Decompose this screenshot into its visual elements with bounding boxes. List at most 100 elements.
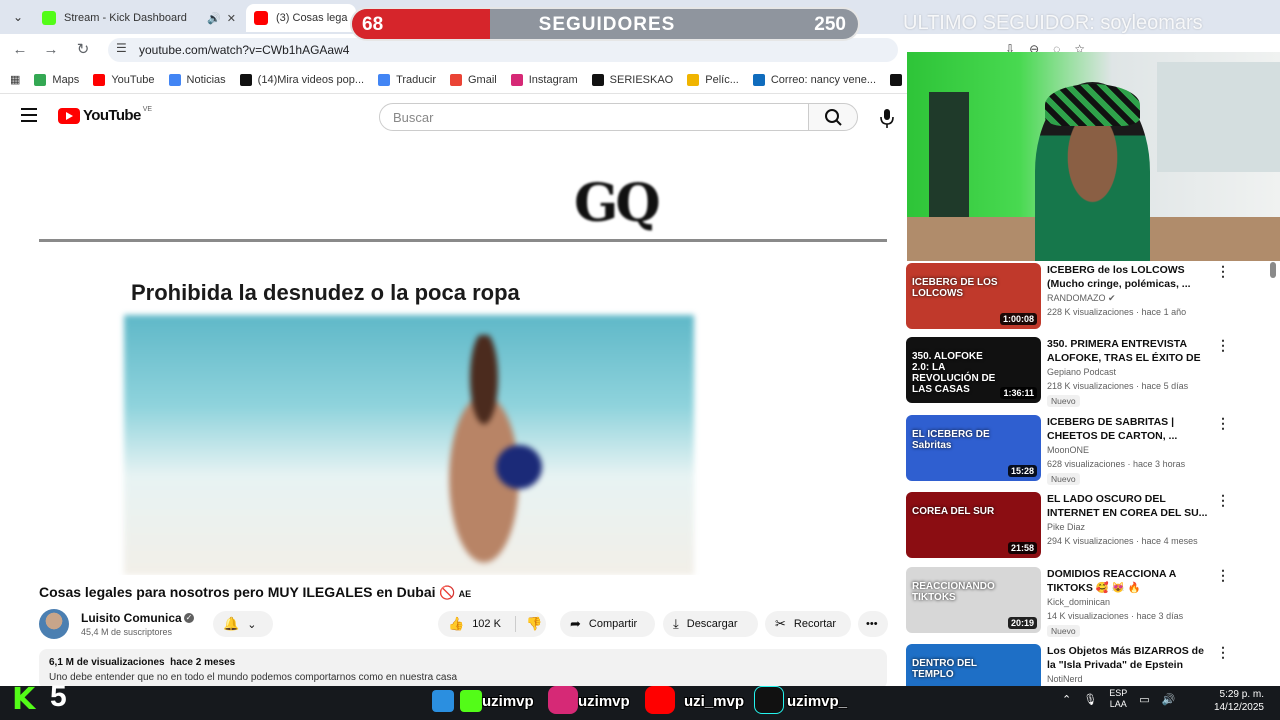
recommendation-title[interactable]: DOMIDIOS REACCIONA A TIKTOKS 🥰 😻 🔥 [1047, 567, 1212, 595]
tab-search-icon[interactable]: ⌄ [8, 7, 28, 27]
video-thumbnail[interactable]: REACCIONANDO TIKTOKS 20:19 [906, 567, 1041, 633]
bookmark-maps[interactable]: Maps [34, 73, 79, 86]
volume-icon[interactable]: 🔊 [1162, 693, 1176, 706]
social-handle-3: uzi_mvp [684, 693, 745, 710]
more-options-icon[interactable]: ⋮ [1216, 492, 1230, 509]
recommendation-channel[interactable]: Pike Diaz [1047, 522, 1085, 532]
site-info-icon[interactable]: ☰ [116, 41, 127, 55]
apps-grid-icon[interactable]: ▦ [10, 73, 20, 86]
channel-name[interactable]: Luisito Comunica [81, 611, 182, 625]
recommendation-item[interactable]: DENTRO DEL TEMPLO Los Objetos Más BIZARRO… [905, 642, 1280, 686]
bookmark-peliculas[interactable]: Pelíc... [687, 73, 739, 86]
recommendation-item[interactable]: 350. ALOFOKE 2.0: LA REVOLUCIÓN DE LAS C… [905, 335, 1280, 407]
verified-icon: ✔ [1105, 293, 1116, 303]
instagram-icon [548, 686, 578, 714]
search-button[interactable] [808, 103, 858, 131]
dislike-button[interactable]: 👎 [514, 616, 542, 632]
back-arrow-icon[interactable]: ← [10, 40, 30, 60]
recommendation-title[interactable]: 350. PRIMERA ENTREVISTA ALOFOKE, TRAS EL… [1047, 337, 1212, 365]
mic-icon [880, 109, 894, 128]
voice-search-button[interactable] [872, 103, 902, 133]
bookmark-gmail[interactable]: Gmail [450, 73, 497, 86]
bookmark-youtube[interactable]: YouTube [93, 73, 155, 86]
follower-goal-label: SEGUIDORES [538, 14, 676, 35]
recommendation-meta: 628 visualizaciones · hace 3 horas [1047, 459, 1186, 469]
language-indicator[interactable]: ESP LAA [1109, 688, 1127, 710]
chevron-down-icon: ⌄ [247, 618, 257, 631]
recommendation-channel[interactable]: NotiNerd [1047, 674, 1083, 684]
tab-youtube-video[interactable]: (3) Cosas legales [246, 4, 356, 32]
recommendation-channel[interactable]: MoonONE [1047, 445, 1089, 455]
description-box[interactable]: 6,1 M de visualizaciones hace 2 meses Un… [39, 649, 887, 689]
more-options-icon[interactable]: ⋮ [1216, 644, 1230, 661]
recommendation-title[interactable]: ICEBERG DE SABRITAS | CHEETOS DE CARTON,… [1047, 415, 1212, 443]
more-options-icon[interactable]: ⋮ [1216, 337, 1230, 354]
like-button[interactable]: 👍 [448, 616, 464, 632]
bookmark-instagram[interactable]: Instagram [510, 73, 578, 86]
translate-icon [378, 73, 391, 86]
search-input[interactable]: Buscar [379, 103, 809, 131]
forward-arrow-icon[interactable]: → [41, 40, 61, 60]
speaker-icon[interactable]: 🔊 [207, 12, 221, 25]
menu-icon[interactable] [21, 108, 37, 122]
video-stats: 6,1 M de visualizaciones hace 2 meses [49, 657, 236, 668]
recommendation-item[interactable]: COREA DEL SUR 21:58 EL LADO OSCURO DEL INT… [905, 490, 1280, 560]
recommendation-item[interactable]: ICEBERG DE LOS LOLCOWS 1:00:08 ICEBERG de … [905, 261, 1280, 331]
bookmark-traducir[interactable]: Traducir [378, 73, 436, 86]
channel-avatar[interactable] [39, 609, 69, 639]
recommendation-title[interactable]: Los Objetos Más BIZARROS de la "Isla Pri… [1047, 644, 1212, 672]
follower-goal: 250 [814, 14, 846, 35]
youtube-logo[interactable]: YouTube VE [58, 106, 152, 124]
recommendations-list: ICEBERG DE LOS LOLCOWS 1:00:08 ICEBERG de … [905, 261, 1280, 686]
social-handle-4: uzimvp_ [787, 693, 848, 710]
video-thumbnail[interactable]: ICEBERG DE LOS LOLCOWS 1:00:08 [906, 263, 1041, 329]
thumbnail-text: ICEBERG DE LOS LOLCOWS [912, 277, 998, 299]
bookmark-tiktok[interactable]: (14)Mira videos pop... [239, 73, 364, 86]
video-thumbnail[interactable]: EL ICEBERG DE Sabritas 15:28 [906, 415, 1041, 481]
system-tray: ⌃ 🎙 ESP LAA ▭ 🔊 [1062, 688, 1175, 710]
more-actions-button[interactable]: ••• [858, 611, 888, 637]
bookmark-correo[interactable]: Correo: nancy vene... [752, 73, 876, 86]
recommendation-channel[interactable]: RANDOMAZO ✔ [1047, 293, 1116, 304]
prohibited-icon: 🚫 [439, 585, 456, 600]
video-player[interactable]: GQ Prohibida la desnudez o la poca ropa [39, 155, 887, 575]
tab-kick-dashboard[interactable]: Stream - Kick Dashboard 🔊 ✕ [34, 4, 244, 32]
bookmark-noticias[interactable]: Noticias [168, 73, 226, 86]
recommendation-item[interactable]: EL ICEBERG DE Sabritas 15:28 ICEBERG DE SA… [905, 413, 1280, 485]
clip-button[interactable]: ✂ Recortar [765, 611, 851, 637]
kick-app-icon[interactable] [460, 690, 482, 712]
windows-start-icon[interactable] [432, 690, 454, 712]
reload-icon[interactable]: ↻ [73, 40, 93, 60]
recommendation-title[interactable]: ICEBERG de los LOLCOWS (Mucho cringe, po… [1047, 263, 1212, 291]
address-url[interactable]: youtube.com/watch?v=CWb1hAGAaw4 [139, 43, 349, 57]
network-icon[interactable]: ▭ [1139, 693, 1149, 706]
video-thumbnail[interactable]: DENTRO DEL TEMPLO [906, 644, 1041, 686]
recommendation-channel[interactable]: Kick_dominican [1047, 597, 1110, 607]
bookmark-serieskao[interactable]: SERIESKAO [591, 73, 673, 86]
kick-favicon-icon [42, 11, 56, 25]
search-icon [825, 109, 842, 126]
video-thumbnail[interactable]: COREA DEL SUR 21:58 [906, 492, 1041, 558]
follower-goal-bar: SEGUIDORES 68 250 [350, 7, 860, 41]
more-options-icon[interactable]: ⋮ [1216, 567, 1230, 584]
address-bar[interactable]: ☰ youtube.com/watch?v=CWb1hAGAaw4 [108, 38, 898, 62]
download-button[interactable]: ⤓ Descargar [663, 611, 758, 637]
more-options-icon[interactable]: ⋮ [1216, 263, 1230, 280]
video-thumbnail[interactable]: 350. ALOFOKE 2.0: LA REVOLUCIÓN DE LAS C… [906, 337, 1041, 403]
close-tab-icon[interactable]: ✕ [227, 12, 236, 25]
new-badge: Nuevo [1047, 473, 1080, 485]
tab-title: (3) Cosas legales [276, 12, 348, 24]
like-count[interactable]: 102 K [472, 618, 501, 630]
recommendation-channel[interactable]: Gepiano Podcast [1047, 367, 1116, 377]
recommendation-title[interactable]: EL LADO OSCURO DEL INTERNET EN COREA DEL… [1047, 492, 1212, 520]
more-options-icon[interactable]: ⋮ [1216, 415, 1230, 432]
chevron-up-icon[interactable]: ⌃ [1062, 693, 1071, 706]
thumbnail-text: COREA DEL SUR [912, 506, 995, 517]
notifications-button[interactable]: 🔔 ⌄ [213, 611, 273, 637]
tiktok-icon [239, 73, 252, 86]
share-button[interactable]: ➦ Compartir [560, 611, 655, 637]
mic-icon[interactable]: 🎙 [1083, 693, 1097, 706]
system-clock[interactable]: 5:29 p. m. 14/12/2025 [1206, 688, 1264, 714]
recommendation-item[interactable]: REACCIONANDO TIKTOKS 20:19 DOMIDIOS REACCI… [905, 565, 1280, 637]
scrollbar[interactable] [1270, 262, 1276, 278]
